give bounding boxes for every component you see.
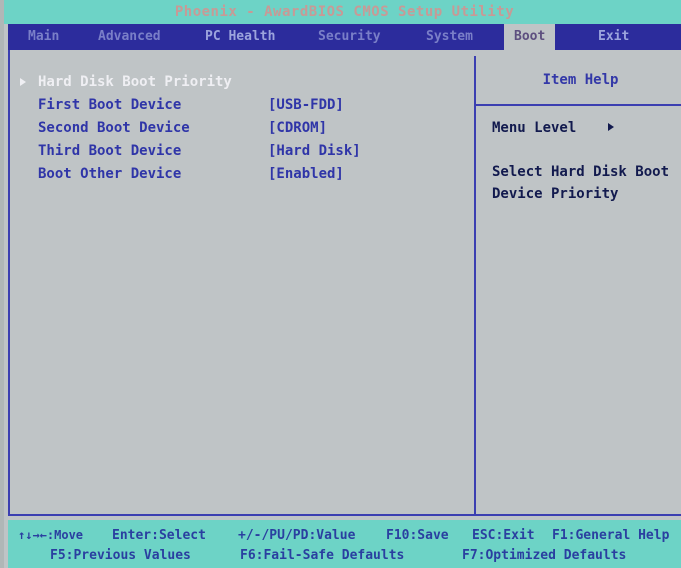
item-help-title: Item Help	[542, 72, 619, 88]
footer-value: +/-/PU/PD:Value	[238, 528, 356, 543]
footer-optimized: F7:Optimized Defaults	[462, 548, 627, 563]
menu-pc-health[interactable]: PC Health	[205, 24, 275, 50]
title-bar: Phoenix - AwardBIOS CMOS Setup Utility	[4, 0, 681, 24]
bios-screen: Phoenix - AwardBIOS CMOS Setup Utility M…	[0, 0, 681, 568]
footer-help: F1:General Help	[552, 528, 670, 543]
footer-enter: Enter:Select	[112, 528, 206, 543]
setting-label: First Boot Device	[38, 97, 182, 113]
setting-value[interactable]: [Enabled]	[268, 164, 344, 184]
footer-move: ↑↓→←:Move	[18, 528, 84, 542]
footer-failsafe: F6:Fail-Safe Defaults	[240, 548, 405, 563]
help-divider	[476, 104, 681, 106]
setting-label: Hard Disk Boot Priority	[38, 74, 232, 90]
footer-previous: F5:Previous Values	[50, 548, 191, 563]
menu-level-arrow-icon	[608, 123, 614, 131]
menu-exit[interactable]: Exit	[598, 24, 629, 50]
setting-label: Third Boot Device	[38, 143, 182, 159]
footer-key-help: ↑↓→←:Move Enter:Select +/-/PU/PD:Value F…	[8, 520, 681, 568]
help-description-line-2: Device Priority	[492, 186, 619, 202]
menu-bar: Main Advanced PC Health Security System …	[8, 24, 681, 50]
footer-exit: ESC:Exit	[472, 528, 535, 543]
help-description-line-1: Select Hard Disk Boot	[492, 164, 670, 180]
menu-main[interactable]: Main	[28, 24, 59, 50]
menu-boot[interactable]: Boot	[504, 24, 556, 50]
menu-level-label: Menu Level	[492, 120, 577, 136]
panel-divider	[474, 56, 476, 516]
setting-value[interactable]: [CDROM]	[268, 118, 327, 138]
submenu-arrow-icon	[20, 78, 26, 86]
bios-title: Phoenix - AwardBIOS CMOS Setup Utility	[174, 4, 515, 20]
menu-system[interactable]: System	[426, 24, 473, 50]
setting-value[interactable]: [Hard Disk]	[268, 141, 361, 161]
menu-advanced[interactable]: Advanced	[98, 24, 161, 50]
setting-label: Second Boot Device	[38, 120, 190, 136]
footer-save: F10:Save	[386, 528, 449, 543]
setting-value[interactable]: [USB-FDD]	[268, 95, 344, 115]
menu-security[interactable]: Security	[318, 24, 381, 50]
setting-label: Boot Other Device	[38, 166, 182, 182]
